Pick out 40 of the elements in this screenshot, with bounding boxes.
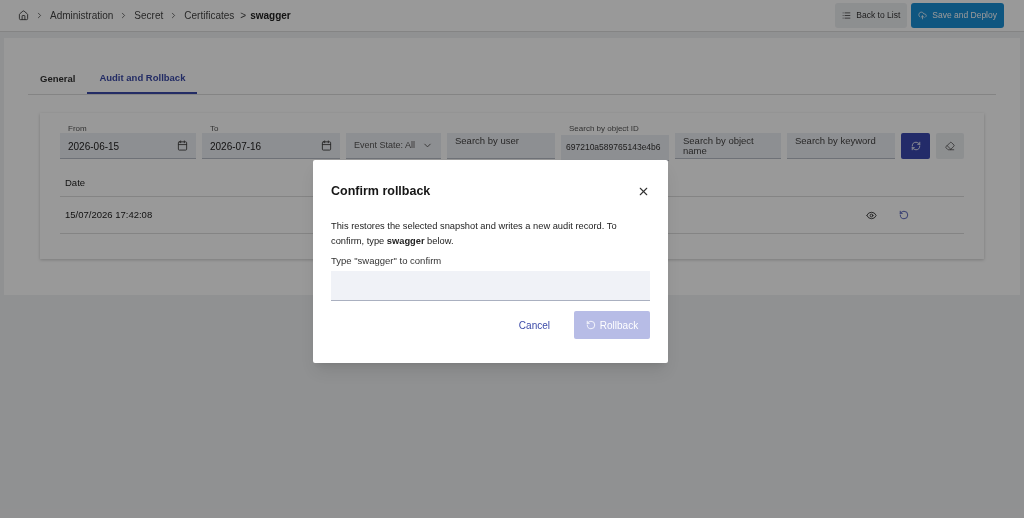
- chevron-icon: [35, 11, 44, 20]
- rollback-icon[interactable]: [899, 210, 909, 220]
- cloud-upload-icon: [918, 11, 928, 20]
- confirm-input[interactable]: [331, 271, 650, 301]
- field-value: 2026-06-15: [68, 140, 120, 154]
- dialog-title: Confirm rollback: [331, 183, 431, 200]
- home-icon[interactable]: [18, 10, 29, 21]
- search-field[interactable]: Search by keyword: [787, 133, 895, 159]
- clear-button[interactable]: [936, 133, 964, 159]
- eye-icon[interactable]: [866, 209, 877, 221]
- refresh-icon: [910, 141, 921, 151]
- breadcrumb-current: swagger: [250, 9, 291, 23]
- list-icon: [842, 11, 852, 20]
- save-button[interactable]: Save and Deploy: [911, 3, 1004, 28]
- select-field[interactable]: Event State: All: [346, 133, 441, 159]
- calendar-icon: [321, 140, 332, 151]
- tab[interactable]: General: [28, 64, 88, 94]
- search-field[interactable]: 697210a589765143e4b6: [561, 134, 669, 161]
- breadcrumb-link[interactable]: Administration: [50, 8, 114, 23]
- field-label: Type "swagger" to confirm: [331, 253, 443, 268]
- field-label: To: [210, 123, 219, 135]
- column-header: Date: [65, 176, 86, 191]
- select-value: Event State: All: [354, 138, 416, 152]
- back-button[interactable]: Back to List: [835, 3, 908, 28]
- search-field[interactable]: Search by object name: [675, 133, 781, 159]
- field-label: Search by object ID: [569, 123, 639, 135]
- table-cell-text: 15/07/2026 17:42:08: [65, 207, 153, 222]
- breadcrumb-link[interactable]: Certificates: [184, 8, 235, 23]
- cancel-button[interactable]: Cancel: [506, 311, 562, 339]
- refresh-button[interactable]: [901, 133, 930, 159]
- field-label: From: [68, 123, 87, 135]
- breadcrumb-separator: >: [240, 9, 247, 23]
- search-field[interactable]: Search by user: [447, 133, 555, 159]
- breadcrumb-link[interactable]: Secret: [134, 8, 164, 23]
- dialog-message: This restores the selected snapshot and writes a new audit record. To confirm, type swagger below.: [331, 219, 618, 248]
- field-value: 2026-07-16: [210, 140, 262, 154]
- calendar-icon: [177, 140, 188, 151]
- tab[interactable]: Audit and Rollback: [87, 64, 198, 94]
- eraser-icon: [945, 141, 955, 151]
- rollback-icon: [585, 320, 596, 330]
